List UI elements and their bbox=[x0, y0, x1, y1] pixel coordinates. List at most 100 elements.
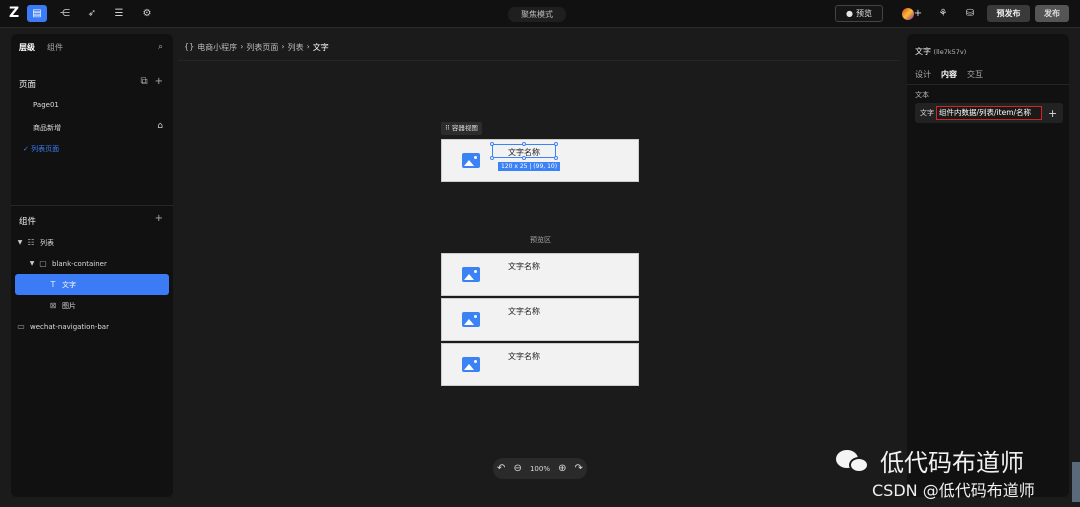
list-icon: ☷ bbox=[27, 238, 35, 247]
preview-area-label: 预览区 bbox=[530, 236, 551, 244]
check-icon: ✓ bbox=[23, 145, 29, 153]
wechat-icon bbox=[836, 448, 872, 474]
tree-item-label: 列表 bbox=[40, 238, 54, 247]
resize-handle[interactable] bbox=[554, 156, 558, 160]
breadcrumb-item[interactable]: 列表 bbox=[288, 42, 304, 53]
rocket-icon[interactable]: ➶ bbox=[82, 5, 102, 22]
redo-icon[interactable]: ↷ bbox=[575, 463, 583, 474]
component-title: 文字 (lle7k57v) bbox=[915, 46, 966, 57]
edge-strip bbox=[1072, 462, 1080, 502]
image-placeholder-icon bbox=[462, 267, 480, 282]
container-view-label: 容器视图 bbox=[451, 124, 478, 132]
resize-handle[interactable] bbox=[490, 142, 494, 146]
zoom-out-icon[interactable]: ⊖ bbox=[514, 463, 522, 474]
layout-icon[interactable]: ▤ bbox=[27, 5, 47, 22]
breadcrumb-current[interactable]: 文字 bbox=[313, 42, 329, 53]
component-name: 文字 bbox=[915, 47, 931, 56]
card-text: 文字名称 bbox=[508, 307, 540, 316]
add-page-icon[interactable]: + bbox=[155, 76, 163, 87]
page-item-page01[interactable]: Page01 bbox=[33, 101, 59, 109]
publish-button[interactable]: 发布 bbox=[1035, 5, 1069, 22]
page-item-list[interactable]: ✓ 列表页面 bbox=[23, 144, 59, 154]
tree-item-image[interactable]: ⊠ 图片 bbox=[15, 295, 169, 316]
tree-item-text[interactable]: T 文字 bbox=[15, 274, 169, 295]
breadcrumb: {} 电商小程序 › 列表页面 › 列表 › 文字 bbox=[184, 42, 329, 53]
tab-design[interactable]: 设计 bbox=[915, 69, 931, 80]
container-view-tag[interactable]: ⠿ 容器视图 bbox=[441, 122, 482, 135]
breadcrumb-sep: › bbox=[240, 42, 244, 51]
copy-page-icon[interactable]: ⧉ bbox=[140, 76, 147, 87]
tree-item-label: 文字 bbox=[62, 280, 76, 289]
tree-item-blank-container[interactable]: ▼ ▢ blank-container bbox=[15, 253, 169, 274]
preview-button-label: 预览 bbox=[855, 9, 872, 18]
database-icon[interactable]: ⛁ bbox=[963, 5, 977, 22]
flow-icon[interactable]: ⋲ bbox=[55, 5, 75, 22]
tab-components[interactable]: 组件 bbox=[47, 42, 63, 53]
tree-item-label: wechat-navigation-bar bbox=[30, 322, 109, 331]
tab-interaction[interactable]: 交互 bbox=[967, 69, 983, 80]
resize-handle[interactable] bbox=[522, 142, 526, 146]
image-placeholder-icon bbox=[462, 312, 480, 327]
text-section-title: 文本 bbox=[915, 91, 929, 99]
resize-handle[interactable] bbox=[554, 142, 558, 146]
text-binding-input[interactable]: 组件内数据/列表/item/名称 bbox=[936, 106, 1042, 120]
tab-content[interactable]: 内容 bbox=[941, 69, 957, 80]
caret-down-icon[interactable]: ▼ bbox=[27, 260, 37, 267]
text-field-label: 文字 bbox=[920, 109, 934, 117]
left-panel: 层级 组件 ⌕ 页面 ⧉ + Page01 商品新增 ⌂ ✓ 列表页面 组件 +… bbox=[11, 34, 173, 497]
bug-icon[interactable]: ⚘ bbox=[936, 5, 950, 22]
right-panel-tabs: 设计 内容 交互 bbox=[915, 69, 983, 80]
add-component-icon[interactable]: + bbox=[155, 213, 163, 224]
home-icon[interactable]: ⌂ bbox=[157, 121, 163, 131]
card-text: 文字名称 bbox=[508, 262, 540, 271]
tree-item-label: blank-container bbox=[52, 259, 107, 268]
text-field-row: 文字 组件内数据/列表/item/名称 + bbox=[915, 103, 1063, 123]
caret-down-icon[interactable]: ▼ bbox=[15, 239, 25, 246]
canvas-divider bbox=[178, 60, 900, 61]
code-icon[interactable]: {} bbox=[184, 42, 194, 53]
watermark: 低代码布道师 bbox=[836, 443, 1024, 478]
align-icon[interactable]: ☰ bbox=[109, 5, 129, 22]
resize-handle[interactable] bbox=[490, 156, 494, 160]
image-placeholder-icon[interactable] bbox=[462, 153, 480, 168]
text-icon: T bbox=[50, 280, 56, 289]
drag-handle-icon: ⠿ bbox=[445, 124, 450, 132]
card-text: 文字名称 bbox=[508, 352, 540, 361]
tree-item-label: 图片 bbox=[62, 301, 76, 310]
play-icon: ● bbox=[846, 9, 853, 18]
tab-layers[interactable]: 层级 bbox=[19, 42, 35, 53]
zoom-level: 100% bbox=[529, 464, 550, 473]
app-logo: Z bbox=[9, 5, 20, 21]
preview-button[interactable]: ● 预览 bbox=[835, 5, 883, 22]
breadcrumb-sep: › bbox=[306, 42, 310, 51]
user-add-icon[interactable]: + bbox=[900, 5, 924, 22]
preview-card[interactable]: 文字名称 bbox=[441, 343, 639, 386]
focus-mode-label[interactable]: 聚焦模式 bbox=[508, 7, 566, 22]
resize-handle[interactable] bbox=[522, 156, 526, 160]
components-actions: + bbox=[155, 213, 163, 224]
breadcrumb-item[interactable]: 列表页面 bbox=[246, 42, 278, 53]
size-indicator: 120 x 25 | (99, 10) bbox=[498, 162, 561, 171]
divider bbox=[11, 205, 173, 206]
components-section-title: 组件 bbox=[19, 217, 37, 227]
preview-card[interactable]: 文字名称 bbox=[441, 298, 639, 341]
settings-icon[interactable]: ⚙ bbox=[137, 5, 157, 22]
breadcrumb-item[interactable]: 电商小程序 bbox=[197, 42, 237, 53]
tree-item-list[interactable]: ▼ ☷ 列表 bbox=[15, 232, 169, 253]
page-item-list-label: 列表页面 bbox=[31, 145, 60, 153]
page-item-product-add[interactable]: 商品新增 bbox=[33, 123, 61, 133]
left-panel-tabs: 层级 组件 bbox=[19, 42, 63, 53]
zoom-in-icon[interactable]: ⊕ bbox=[558, 463, 566, 474]
tree-item-wechat-navigation-bar[interactable]: ▭ wechat-navigation-bar bbox=[15, 316, 169, 337]
navbar-icon: ▭ bbox=[17, 322, 25, 331]
watermark-main-text: 低代码布道师 bbox=[880, 449, 1024, 477]
component-id: (lle7k57v) bbox=[933, 48, 967, 56]
search-icon[interactable]: ⌕ bbox=[158, 42, 163, 52]
add-icon[interactable]: + bbox=[1048, 107, 1057, 120]
preview-card[interactable]: 文字名称 bbox=[441, 253, 639, 296]
pages-section-title: 页面 bbox=[19, 80, 37, 90]
container-icon: ▢ bbox=[39, 259, 47, 268]
zoom-controls: ↶ ⊖ 100% ⊕ ↷ bbox=[493, 458, 587, 479]
prepublish-button[interactable]: 预发布 bbox=[987, 5, 1030, 22]
undo-icon[interactable]: ↶ bbox=[497, 463, 505, 474]
